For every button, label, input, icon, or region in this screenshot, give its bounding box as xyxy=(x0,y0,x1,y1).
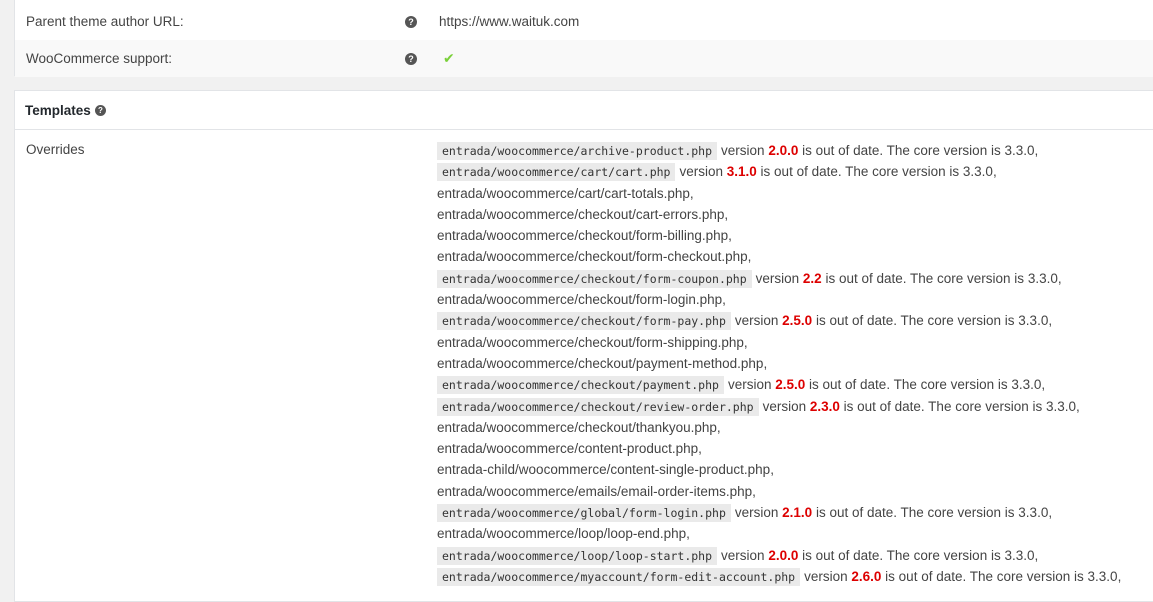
template-path: entrada/woocommerce/archive-product.php xyxy=(437,142,718,160)
override-item: entrada/woocommerce/emails/email-order-i… xyxy=(437,483,756,499)
core-version: 3.3.0 xyxy=(1018,505,1049,521)
template-path: entrada/woocommerce/checkout/payment-met… xyxy=(437,355,764,371)
help-icon[interactable]: ? xyxy=(405,15,417,28)
outdated-version: 3.1.0 xyxy=(726,164,757,180)
override-item: entrada/woocommerce/checkout/form-shippi… xyxy=(437,334,748,350)
override-item: entrada/woocommerce/myaccount/form-edit-… xyxy=(437,566,1153,587)
override-item: entrada/woocommerce/cart/cart-totals.php… xyxy=(437,185,694,201)
template-path: entrada/woocommerce/content-product.php xyxy=(437,441,699,457)
template-path: entrada/woocommerce/emails/email-order-i… xyxy=(437,483,753,499)
row-label: WooCommerce support: xyxy=(26,51,173,66)
parent-theme-author-url-value: https://www.waituk.com xyxy=(439,14,580,29)
overrides-label: Overrides xyxy=(26,142,85,157)
template-path: entrada/woocommerce/loop/loop-end.php xyxy=(437,526,687,542)
template-path: entrada/woocommerce/myaccount/form-edit-… xyxy=(437,567,801,586)
override-item: entrada/woocommerce/global/form-login.ph… xyxy=(437,502,1153,523)
templates-header: Templates ? xyxy=(15,91,1153,130)
template-path: entrada/woocommerce/checkout/form-pay.ph… xyxy=(437,312,731,331)
template-path: entrada/woocommerce/loop/loop-start.php xyxy=(437,546,718,565)
row-label: Parent theme author URL: xyxy=(26,14,184,29)
override-item: entrada/woocommerce/checkout/form-pay.ph… xyxy=(437,310,1153,331)
help-icon[interactable]: ? xyxy=(95,104,106,116)
template-path: entrada/woocommerce/checkout/form-coupon… xyxy=(437,269,752,288)
template-path: entrada/woocommerce/checkout/form-billin… xyxy=(437,228,729,244)
woocommerce-support-row: WooCommerce support: ? ✔ xyxy=(15,40,1153,77)
parent-theme-author-url-row: Parent theme author URL: ? https://www.w… xyxy=(15,3,1153,40)
core-version: 3.3.0 xyxy=(1018,313,1049,329)
outdated-version: 2.3.0 xyxy=(809,398,840,414)
template-path: entrada/woocommerce/cart/cart-totals.php xyxy=(437,185,690,201)
template-path: entrada/woocommerce/checkout/review-orde… xyxy=(437,397,759,416)
outdated-version: 2.0.0 xyxy=(768,143,799,158)
override-item: entrada/woocommerce/content-product.php, xyxy=(437,441,702,457)
override-item: entrada/woocommerce/checkout/payment.php… xyxy=(437,374,1153,395)
override-item: entrada/woocommerce/loop/loop-end.php, xyxy=(437,526,690,542)
theme-info-table: Parent theme author URL: ? https://www.w… xyxy=(14,0,1153,77)
help-icon[interactable]: ? xyxy=(405,52,417,65)
template-path: entrada/woocommerce/cart/cart.php xyxy=(437,163,676,182)
core-version: 3.3.0 xyxy=(1004,547,1035,563)
override-item: entrada/woocommerce/archive-product.php v… xyxy=(437,140,1153,161)
outdated-version: 2.1.0 xyxy=(782,505,813,521)
template-path: entrada/woocommerce/checkout/cart-errors… xyxy=(437,206,725,222)
checkmark-icon: ✔ xyxy=(443,50,455,66)
template-path: entrada/woocommerce/checkout/form-checko… xyxy=(437,249,748,265)
override-item: entrada/woocommerce/checkout/form-billin… xyxy=(437,228,732,244)
outdated-version: 2.2 xyxy=(802,270,822,286)
template-path: entrada/woocommerce/checkout/form-shippi… xyxy=(437,334,744,350)
override-item: entrada/woocommerce/cart/cart.php version… xyxy=(437,161,1153,182)
override-item: entrada-child/woocommerce/content-single… xyxy=(437,462,774,478)
core-version: 3.3.0 xyxy=(962,164,993,180)
core-version: 3.3.0 xyxy=(1004,143,1035,158)
core-version: 3.3.0 xyxy=(1011,377,1042,393)
override-item: entrada/woocommerce/checkout/payment-met… xyxy=(437,355,768,371)
core-version: 3.3.0 xyxy=(1045,398,1077,414)
override-item: entrada/woocommerce/checkout/review-orde… xyxy=(437,396,1153,417)
template-path: entrada-child/woocommerce/content-single… xyxy=(437,462,771,478)
outdated-version: 2.5.0 xyxy=(782,313,813,329)
templates-title: Templates xyxy=(25,102,91,118)
override-item: entrada/woocommerce/checkout/form-checko… xyxy=(437,249,752,265)
template-path: entrada/woocommerce/checkout/payment.php xyxy=(437,376,724,395)
template-path: entrada/woocommerce/checkout/thankyou.ph… xyxy=(437,419,717,435)
template-path: entrada/woocommerce/global/form-login.ph… xyxy=(437,504,731,523)
templates-table: Templates ? Overrides entrada/woocommerc… xyxy=(14,90,1153,602)
override-item: entrada/woocommerce/checkout/thankyou.ph… xyxy=(437,419,721,435)
outdated-version: 2.6.0 xyxy=(851,568,882,584)
override-item: entrada/woocommerce/checkout/form-login.… xyxy=(437,292,726,308)
overrides-list: entrada/woocommerce/archive-product.php v… xyxy=(437,140,1153,587)
outdated-version: 2.5.0 xyxy=(775,377,806,393)
template-path: entrada/woocommerce/checkout/form-login.… xyxy=(437,292,723,308)
core-version: 3.3.0 xyxy=(1027,270,1058,286)
override-item: entrada/woocommerce/loop/loop-start.php v… xyxy=(437,545,1153,566)
outdated-version: 2.0.0 xyxy=(768,547,799,563)
core-version: 3.3.0 xyxy=(1087,568,1118,584)
override-item: entrada/woocommerce/checkout/cart-errors… xyxy=(437,206,729,222)
override-item: entrada/woocommerce/checkout/form-coupon… xyxy=(437,268,1153,289)
